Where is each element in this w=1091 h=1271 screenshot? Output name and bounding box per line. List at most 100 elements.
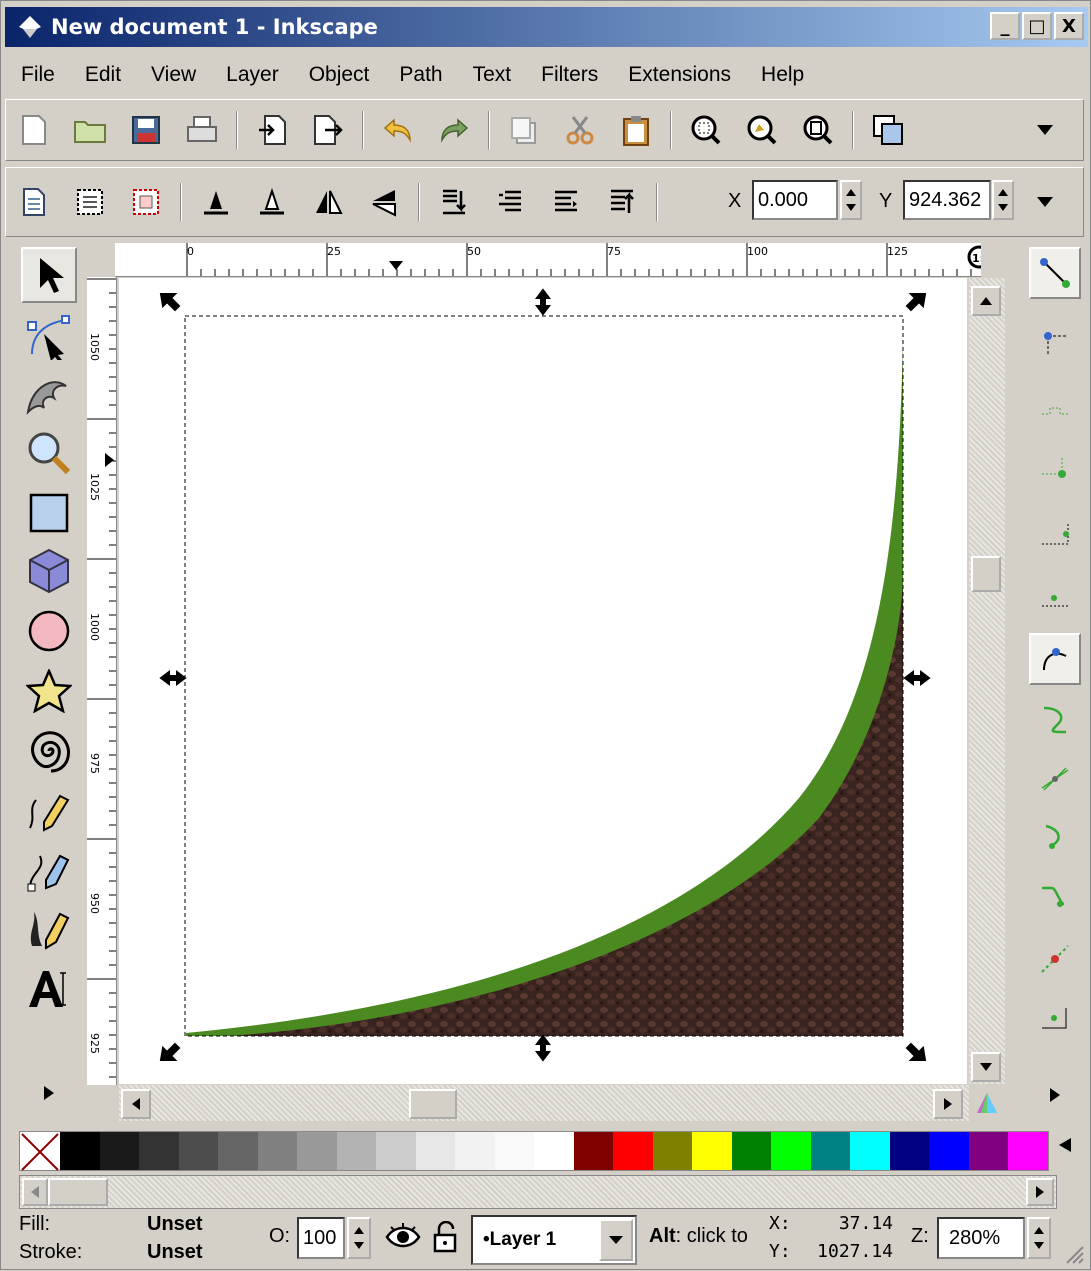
palette-swatch[interactable]	[692, 1132, 732, 1170]
menu-layer[interactable]: Layer	[226, 63, 279, 87]
zoom-1-to-1-icon[interactable]: 1:1	[967, 245, 981, 273]
layer-lock-icon[interactable]	[433, 1220, 457, 1259]
pencil-tool-icon[interactable]	[21, 783, 77, 839]
palette-swatch[interactable]	[613, 1132, 653, 1170]
toolbar2-overflow-arrow-icon[interactable]	[1025, 182, 1065, 222]
cut-icon[interactable]	[560, 110, 600, 150]
star-tool-icon[interactable]	[21, 663, 77, 719]
palette-menu-arrow-icon[interactable]	[1059, 1135, 1083, 1159]
palette-swatch[interactable]	[257, 1132, 298, 1170]
y-coord-input[interactable]: 924.362	[903, 180, 991, 220]
palette-swatch[interactable]	[534, 1132, 574, 1170]
snap-bbox-midpoint-icon[interactable]	[1029, 509, 1081, 561]
snap-intersections-icon[interactable]	[1029, 753, 1081, 805]
scroll-up-button[interactable]	[971, 286, 1001, 316]
menu-filters[interactable]: Filters	[541, 63, 598, 87]
scroll-right-button[interactable]	[933, 1089, 963, 1119]
snap-nodes-icon[interactable]	[1029, 633, 1081, 685]
palette-swatch[interactable]	[1008, 1132, 1048, 1170]
select-all-in-all-layers-icon[interactable]	[70, 182, 110, 222]
menu-path[interactable]: Path	[399, 63, 442, 87]
resize-grip-icon[interactable]	[1061, 1241, 1085, 1271]
object-properties-icon[interactable]	[868, 110, 908, 150]
minimize-button[interactable]: _	[990, 12, 1020, 40]
x-coord-input[interactable]: 0.000	[752, 180, 838, 220]
rotate-cw-icon[interactable]	[252, 182, 292, 222]
horizontal-scrollbar[interactable]	[119, 1085, 969, 1121]
zoom-selection-icon[interactable]	[686, 110, 726, 150]
y-spin-buttons[interactable]	[992, 180, 1014, 220]
zoom-tool-icon[interactable]	[21, 425, 77, 481]
scale-handle-s[interactable]	[535, 1034, 551, 1062]
paste-icon[interactable]	[616, 110, 656, 150]
menu-text[interactable]: Text	[473, 63, 512, 87]
export-icon[interactable]	[308, 110, 348, 150]
vertical-scrollbar[interactable]	[969, 278, 1005, 1084]
palette-swatch[interactable]	[455, 1132, 495, 1170]
zoom-spin-buttons[interactable]	[1027, 1217, 1051, 1259]
menu-view[interactable]: View	[151, 63, 196, 87]
opacity-input[interactable]: 100	[297, 1217, 345, 1259]
opacity-spin-buttons[interactable]	[347, 1217, 371, 1259]
palette-swatch[interactable]	[415, 1132, 456, 1170]
undo-icon[interactable]	[378, 110, 418, 150]
toolbar-overflow-arrow-icon[interactable]	[1025, 110, 1065, 150]
palette-swatch[interactable]	[889, 1132, 930, 1170]
raise-icon[interactable]	[546, 182, 586, 222]
flip-vertical-icon[interactable]	[364, 182, 404, 222]
scale-handle-se[interactable]	[905, 1042, 927, 1061]
scale-handle-nw[interactable]	[159, 293, 181, 312]
maximize-button[interactable]: □	[1022, 12, 1052, 40]
snap-bbox-center-icon[interactable]	[1029, 571, 1081, 623]
vertical-scroll-thumb[interactable]	[971, 556, 1001, 592]
node-tool-icon[interactable]	[21, 309, 77, 365]
palette-swatch[interactable]	[652, 1132, 693, 1170]
palette-swatch[interactable]	[494, 1132, 535, 1170]
layer-dropdown-arrow-icon[interactable]	[599, 1219, 633, 1261]
tweak-tool-icon[interactable]	[21, 367, 77, 423]
palette-swatch[interactable]	[218, 1132, 258, 1170]
palette-swatch[interactable]	[731, 1132, 772, 1170]
scale-handle-n[interactable]	[535, 288, 551, 316]
deselect-icon[interactable]	[126, 182, 166, 222]
open-folder-icon[interactable]	[70, 110, 110, 150]
horizontal-scroll-thumb[interactable]	[409, 1089, 457, 1119]
spiral-tool-icon[interactable]	[21, 723, 77, 779]
menu-extensions[interactable]: Extensions	[628, 63, 731, 87]
zoom-page-icon[interactable]	[798, 110, 838, 150]
snap-cusp-nodes-icon[interactable]	[1029, 813, 1081, 865]
ellipse-tool-icon[interactable]	[21, 603, 77, 659]
palette-swatch[interactable]	[297, 1132, 337, 1170]
zoom-input[interactable]: 280%	[937, 1217, 1025, 1259]
duplicate-icon[interactable]	[504, 110, 544, 150]
palette-swatch[interactable]	[929, 1132, 969, 1170]
redo-icon[interactable]	[434, 110, 474, 150]
palette-scroll-thumb[interactable]	[48, 1178, 108, 1206]
scale-handle-e[interactable]	[903, 670, 931, 686]
import-icon[interactable]	[252, 110, 292, 150]
lower-to-bottom-icon[interactable]	[434, 182, 474, 222]
scroll-left-button[interactable]	[121, 1089, 151, 1119]
flip-horizontal-icon[interactable]	[308, 182, 348, 222]
snap-toolbar-more-arrow-icon[interactable]	[1029, 1069, 1081, 1121]
snap-bbox-icon[interactable]	[1029, 317, 1081, 369]
select-all-icon[interactable]	[14, 182, 54, 222]
menu-edit[interactable]: Edit	[85, 63, 121, 87]
snap-midpoints-icon[interactable]	[1029, 933, 1081, 985]
scroll-down-button[interactable]	[971, 1052, 1001, 1082]
drawing-canvas[interactable]	[119, 278, 967, 1084]
scale-handle-sw[interactable]	[159, 1042, 181, 1061]
print-icon[interactable]	[182, 110, 222, 150]
snap-bbox-edge-icon[interactable]	[1029, 381, 1081, 433]
palette-swatch[interactable]	[336, 1132, 377, 1170]
selector-tool-icon[interactable]	[21, 247, 77, 303]
x-spin-buttons[interactable]	[840, 180, 862, 220]
palette-scrollbar[interactable]	[19, 1175, 1057, 1209]
pen-bezier-tool-icon[interactable]	[21, 843, 77, 899]
snap-bbox-corner-icon[interactable]	[1029, 445, 1081, 497]
scale-handle-ne[interactable]	[905, 293, 927, 312]
palette-swatch[interactable]	[968, 1132, 1009, 1170]
stroke-value[interactable]: Unset	[147, 1241, 203, 1264]
palette-swatch[interactable]	[376, 1132, 416, 1170]
new-document-icon[interactable]	[14, 110, 54, 150]
